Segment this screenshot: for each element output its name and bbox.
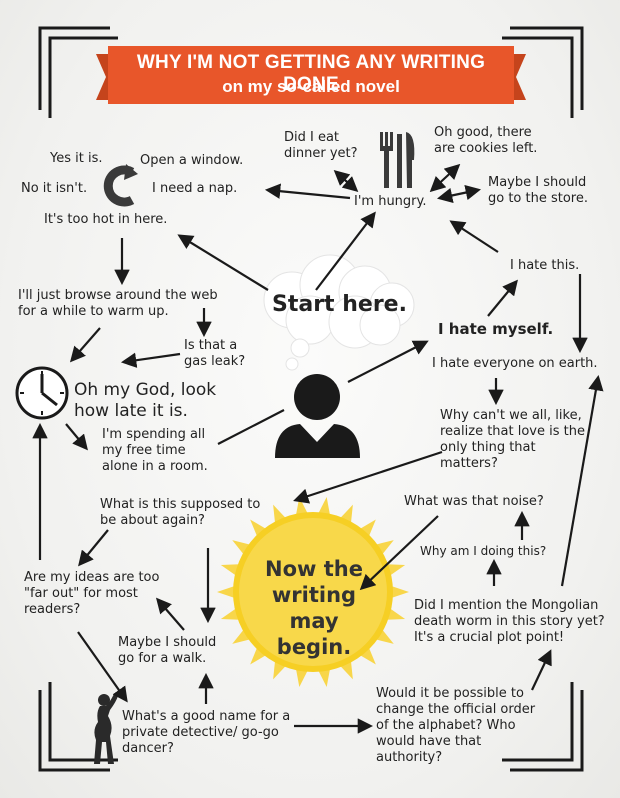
refresh-icon — [103, 164, 138, 207]
page-subtitle: on my so-called novel — [222, 77, 400, 96]
node-change-alphabet: Would it be possible to change the offic… — [376, 686, 536, 765]
node-go-to-store: Maybe I should go to the store. — [488, 175, 589, 206]
node-too-hot: It's too hot in here. — [44, 212, 168, 227]
node-cookies-left: Oh good, there are cookies left. — [434, 125, 538, 156]
node-how-late: Oh my God, look how late it is. — [74, 380, 217, 421]
node-open-window: Open a window. — [140, 153, 244, 168]
start-here-label: Start here. — [272, 292, 407, 317]
node-hate-everyone: I hate everyone on earth. — [432, 356, 598, 371]
node-why-doing: Why am I doing this? — [420, 544, 547, 558]
node-what-about: What is this supposed to be about again? — [100, 497, 261, 528]
dancer-silhouette-icon — [94, 694, 118, 764]
node-did-i-eat: Did I eat dinner yet? — [284, 130, 358, 161]
node-love-matters: Why can't we all, like, realize that lov… — [440, 408, 585, 471]
node-i-hate-this: I hate this. — [510, 258, 580, 273]
node-far-out: Are my ideas are too "far out" for most … — [24, 570, 160, 617]
node-what-noise: What was that noise? — [404, 494, 544, 509]
node-im-hungry: I'm hungry. — [354, 194, 427, 209]
node-free-time-alone: I'm spending all my free time alone in a… — [102, 427, 208, 474]
node-i-hate-myself: I hate myself. — [438, 320, 554, 338]
node-detective-name: What's a good name for a private detecti… — [122, 709, 291, 756]
node-need-nap: I need a nap. — [152, 181, 238, 196]
node-browse-web: I'll just browse around the web for a wh… — [18, 288, 218, 319]
clock-icon — [15, 366, 69, 420]
node-yes-it-is: Yes it is. — [50, 151, 103, 166]
node-gas-leak: Is that a gas leak? — [184, 338, 246, 369]
node-go-for-walk: Maybe I should go for a walk. — [118, 635, 217, 666]
cutlery-icon — [380, 132, 415, 188]
goal-label: Now the writing may begin. — [265, 557, 363, 659]
person-icon — [275, 374, 360, 458]
title-banner: WHY I'M NOT GETTING ANY WRITING DONE on … — [108, 46, 514, 106]
node-mongolian-worm: Did I mention the Mongolian death worm i… — [414, 598, 605, 645]
node-no-it-isnt: No it isn't. — [21, 181, 88, 196]
flowchart-poster: WHY I'M NOT GETTING ANY WRITING DONE on … — [0, 0, 620, 798]
